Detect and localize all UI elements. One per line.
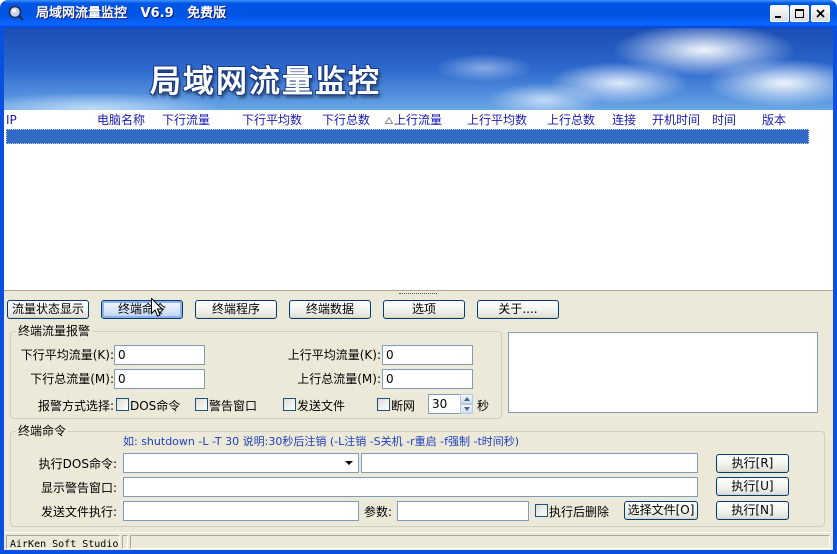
mouse-pointer-icon xyxy=(151,298,163,317)
status-panel-3 xyxy=(130,535,830,549)
command-groupbox-title: 终端命令 xyxy=(16,424,69,438)
close-icon xyxy=(816,9,825,18)
combo-dropdown-button[interactable] xyxy=(340,454,358,472)
status-panel-brand: AirKen Soft Studio xyxy=(6,535,120,550)
minimize-button[interactable] xyxy=(770,5,789,22)
dropdown-arrow-icon xyxy=(345,461,353,465)
command-hint: 如: shutdown -L -T 30 说明:30秒后注销 (-L注销 -S关… xyxy=(123,435,520,448)
dos-command-label: 执行DOS命令: xyxy=(38,457,117,471)
column-header-ip[interactable]: IP xyxy=(6,112,97,128)
column-header-upload-label: 上行流量 xyxy=(394,113,443,127)
checkbox-label-delete-after-run[interactable]: 执行后删除 xyxy=(549,505,609,519)
run-dos-command-button[interactable]: 执行[R] xyxy=(716,454,789,473)
list-cell xyxy=(6,129,97,144)
run-warning-button[interactable]: 执行[U] xyxy=(716,477,789,496)
send-file-label: 发送文件执行: xyxy=(40,505,117,519)
warning-message-input[interactable] xyxy=(123,477,698,497)
params-label: 参数: xyxy=(364,505,393,519)
tab-terminal-program[interactable]: 终端程序 xyxy=(195,300,277,319)
sort-triangle-icon xyxy=(385,116,393,124)
tab-traffic-status[interactable]: 流量状态显示 xyxy=(7,300,89,319)
maximize-button[interactable] xyxy=(790,5,809,22)
checkbox-label-dos-command[interactable]: DOS命令 xyxy=(130,399,180,413)
column-header-upload[interactable]: 上行流量 xyxy=(385,112,467,128)
list-cell xyxy=(97,129,162,144)
window-title: 局域网流量监控 V6.9 免费版 xyxy=(36,6,227,21)
checkbox-label-disconnect[interactable]: 断网 xyxy=(391,399,415,413)
checkbox-dos-command[interactable] xyxy=(116,398,129,411)
run-send-file-button[interactable]: 执行[N] xyxy=(716,501,789,520)
arrow-down-icon xyxy=(464,407,470,411)
dos-command-combo[interactable] xyxy=(123,453,359,473)
list-cell xyxy=(322,129,385,144)
list-cell xyxy=(162,129,242,144)
down-total-input[interactable] xyxy=(114,369,205,389)
dos-command-args-input[interactable] xyxy=(361,453,698,473)
column-header-connections[interactable]: 连接 xyxy=(612,112,652,128)
minimize-icon xyxy=(775,16,781,18)
list-cell xyxy=(385,129,467,144)
column-header-version[interactable]: 版本 xyxy=(762,112,809,128)
warning-window-label: 显示警告窗口: xyxy=(40,481,117,495)
choose-file-button[interactable]: 选择文件[O] xyxy=(624,501,698,520)
banner-title: 局域网流量监控 xyxy=(150,64,381,100)
list-cell xyxy=(652,129,712,144)
alarm-log-memo[interactable] xyxy=(508,332,818,413)
column-header-boot-time[interactable]: 开机时间 xyxy=(652,112,712,128)
list-cell xyxy=(467,129,547,144)
spin-down-button[interactable] xyxy=(460,404,473,414)
column-header-time[interactable]: 时间 xyxy=(712,112,762,128)
list-header: IP 电脑名称 下行流量 下行平均数 下行总数 上行流量 上行平均数 上行总数 … xyxy=(6,112,809,128)
up-avg-label: 上行平均流量(K): xyxy=(287,348,381,362)
checkbox-label-send-file[interactable]: 发送文件 xyxy=(297,399,345,413)
alarm-method-label: 报警方式选择: xyxy=(37,399,114,413)
down-total-label: 下行总流量(M): xyxy=(30,372,114,386)
column-header-computer-name[interactable]: 电脑名称 xyxy=(97,112,162,128)
tab-terminal-command[interactable]: 终端命令 xyxy=(101,300,183,319)
column-header-upload-total[interactable]: 上行总数 xyxy=(547,112,612,128)
list-row[interactable] xyxy=(6,129,809,144)
arrow-up-icon xyxy=(464,397,470,401)
app-window: 局域网流量监控 V6.9 免费版 局域网流量监控 IP 电脑名称 下行流量 下行… xyxy=(0,0,837,554)
close-button[interactable] xyxy=(811,5,830,22)
column-header-download-total[interactable]: 下行总数 xyxy=(322,112,385,128)
status-panel-2 xyxy=(122,535,128,549)
up-avg-input[interactable] xyxy=(382,345,473,365)
status-bar: AirKen Soft Studio xyxy=(4,532,833,550)
list-cell xyxy=(547,129,612,144)
banner xyxy=(4,28,833,110)
dos-command-input[interactable] xyxy=(124,454,338,472)
params-input[interactable] xyxy=(397,501,529,521)
checkbox-send-file[interactable] xyxy=(283,398,296,411)
interval-unit-label: 秒 xyxy=(477,399,490,413)
checkbox-label-warning-window[interactable]: 警告窗口 xyxy=(209,399,257,413)
send-file-input[interactable] xyxy=(123,501,359,521)
down-avg-input[interactable] xyxy=(114,345,205,365)
checkbox-warning-window[interactable] xyxy=(195,398,208,411)
spin-up-button[interactable] xyxy=(460,394,473,404)
status-text: AirKen Soft Studio xyxy=(10,539,119,550)
checkbox-delete-after-run[interactable] xyxy=(535,504,548,517)
list-cell xyxy=(762,129,809,144)
column-header-upload-avg[interactable]: 上行平均数 xyxy=(467,112,547,128)
alarm-groupbox-title: 终端流量报警 xyxy=(16,324,93,338)
tab-terminal-data[interactable]: 终端数据 xyxy=(289,300,371,319)
column-header-download-avg[interactable]: 下行平均数 xyxy=(242,112,322,128)
splitter-grip[interactable] xyxy=(399,293,437,294)
interval-spin-input[interactable] xyxy=(428,394,461,414)
up-total-label: 上行总流量(M): xyxy=(297,372,381,386)
list-cell xyxy=(612,129,652,144)
network-monitor-icon[interactable] xyxy=(8,5,24,21)
down-avg-label: 下行平均流量(K): xyxy=(20,348,114,362)
tab-options[interactable]: 选项 xyxy=(383,300,465,319)
list-cell xyxy=(242,129,322,144)
checkbox-disconnect[interactable] xyxy=(377,398,390,411)
tab-about[interactable]: 关于.... xyxy=(477,300,559,319)
column-header-download[interactable]: 下行流量 xyxy=(162,112,242,128)
list-cell xyxy=(712,129,762,144)
up-total-input[interactable] xyxy=(382,369,473,389)
maximize-icon xyxy=(795,9,804,18)
